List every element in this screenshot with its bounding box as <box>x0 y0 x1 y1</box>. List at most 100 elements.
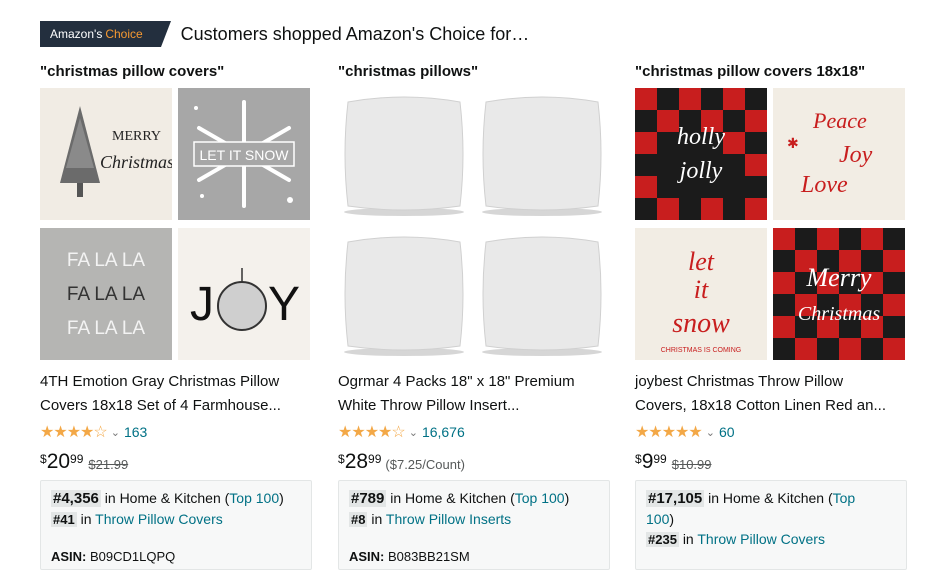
svg-text:Merry: Merry <box>806 263 872 292</box>
product-title-line-2[interactable]: Covers 18x18 Set of 4 Farmhouse... <box>40 394 312 418</box>
product-title-line-1[interactable]: joybest Christmas Throw Pillow <box>635 370 907 394</box>
product-image[interactable] <box>338 88 610 360</box>
top-100-link[interactable]: Top <box>833 490 856 506</box>
svg-text:let: let <box>688 247 715 276</box>
chevron-down-icon[interactable]: ⌄ <box>409 426 418 439</box>
rating-count[interactable]: 163 <box>124 424 147 440</box>
price-symbol: $ <box>40 452 47 466</box>
svg-text:FA LA LA: FA LA LA <box>67 250 145 271</box>
pillow-image-joy: J Y <box>178 228 310 360</box>
rank-main-number: #4,356 <box>51 490 101 507</box>
price: $ 20 99 $21.99 <box>40 450 128 474</box>
price-whole: 20 <box>46 450 71 473</box>
list-price: $10.99 <box>671 457 712 472</box>
pillow-insert-image <box>338 88 470 220</box>
top-100-link-continued[interactable]: 100 <box>646 511 669 527</box>
svg-text:jolly: jolly <box>677 158 723 184</box>
top-100-link[interactable]: Top 100 <box>229 490 279 506</box>
asin-value: B09CD1LQPQ <box>90 549 176 564</box>
category-link[interactable]: Throw Pillow Covers <box>697 531 825 547</box>
asin-label: ASIN: <box>349 549 385 564</box>
svg-text:J: J <box>190 278 214 331</box>
header-text: Customers shopped Amazon's Choice for… <box>180 23 530 44</box>
svg-text:MERRY: MERRY <box>112 129 161 144</box>
asin-label: ASIN: <box>51 549 87 564</box>
product-title[interactable]: Ogrmar 4 Packs 18" x 18" Premium White T… <box>338 370 610 418</box>
pillow-image-let-it-snow: let it snow CHRISTMAS IS COMING <box>635 228 767 360</box>
rating-count[interactable]: 16,676 <box>422 424 465 440</box>
price-fraction: 99 <box>368 452 382 466</box>
search-query[interactable]: "christmas pillow covers" <box>40 62 312 82</box>
search-query[interactable]: "christmas pillow covers 18x18" <box>635 62 907 82</box>
chevron-down-icon[interactable]: ⌄ <box>706 426 715 439</box>
price-fraction: 99 <box>70 452 84 466</box>
product-title-line-1[interactable]: 4TH Emotion Gray Christmas Pillow <box>40 370 312 394</box>
rank-sub-number: #235 <box>646 532 679 547</box>
product-card-1: "christmas pillow covers" MERRY Christma… <box>40 62 312 570</box>
pillow-image-peace-joy-love: Peace Joy Love ✱ <box>773 88 905 220</box>
pillow-image-merry-christmas: MERRY Christmas <box>40 88 172 220</box>
pillow-image-merry-christmas: Merry Christmas <box>773 228 905 360</box>
best-sellers-rank: #4,356 in Home & Kitchen (Top 100) #41 i… <box>40 480 312 570</box>
asin: ASIN: B09CD1LQPQ <box>51 547 175 567</box>
svg-text:CHRISTMAS IS COMING: CHRISTMAS IS COMING <box>661 347 742 354</box>
svg-text:holly: holly <box>677 124 725 150</box>
pillow-insert-image <box>476 88 608 220</box>
pillow-image-holly-jolly: holly jolly <box>635 88 767 220</box>
price-fraction: 99 <box>653 452 667 466</box>
pillow-image-fa-la-la: FA LA LA FA LA LA FA LA LA <box>40 228 172 360</box>
svg-text:Peace: Peace <box>812 108 867 133</box>
rank-main-text: in Home & Kitchen ( <box>708 490 833 506</box>
product-title[interactable]: 4TH Emotion Gray Christmas Pillow Covers… <box>40 370 312 418</box>
rating-count[interactable]: 60 <box>719 424 735 440</box>
search-query[interactable]: "christmas pillows" <box>338 62 610 82</box>
pillow-insert-image <box>338 228 470 360</box>
svg-text:it: it <box>694 275 709 304</box>
rank-sub-in: in <box>682 531 694 547</box>
product-title-line-2[interactable]: White Throw Pillow Insert... <box>338 394 610 418</box>
rank-main: #4,356 in Home & Kitchen (Top 100) <box>51 488 301 509</box>
rank-main: #17,105 in Home & Kitchen (Top <box>646 488 896 509</box>
rank-main: #789 in Home & Kitchen (Top 100) <box>349 488 599 509</box>
list-price: $21.99 <box>88 457 129 472</box>
rank-main-continued: 100) <box>646 509 896 529</box>
price: $ 28 99 ($7.25/Count) <box>338 450 465 474</box>
category-link[interactable]: Throw Pillow Inserts <box>386 511 511 527</box>
top-100-link[interactable]: Top 100 <box>515 490 565 506</box>
product-title-line-2[interactable]: Covers, 18x18 Cotton Linen Red an... <box>635 394 907 418</box>
rank-main-close: ) <box>279 490 284 506</box>
svg-text:FA LA LA: FA LA LA <box>67 284 145 305</box>
rank-sub-number: #8 <box>349 512 368 527</box>
rating[interactable]: ★★★★★ ⌄ 60 <box>635 422 735 442</box>
svg-text:Christmas: Christmas <box>100 152 172 172</box>
product-image[interactable]: MERRY Christmas LET IT SNOW FA LA LA FA … <box>40 88 312 360</box>
rating[interactable]: ★★★★☆ ⌄ 163 <box>40 422 147 442</box>
rank-sub: #235 in Throw Pillow Covers <box>646 529 896 550</box>
svg-text:Y: Y <box>268 278 300 331</box>
rank-sub-in: in <box>80 511 92 527</box>
product-image[interactable]: holly jolly Peace Joy Love ✱ let it snow… <box>635 88 907 360</box>
category-link[interactable]: Throw Pillow Covers <box>95 511 223 527</box>
rank-sub: #8 in Throw Pillow Inserts <box>349 509 599 530</box>
star-rating-icon[interactable]: ★★★★☆ <box>40 422 108 442</box>
svg-text:snow: snow <box>672 308 730 339</box>
svg-text:Christmas: Christmas <box>798 303 880 325</box>
rating[interactable]: ★★★★☆ ⌄ 16,676 <box>338 422 465 442</box>
pillow-insert-image <box>476 228 608 360</box>
price-whole: 9 <box>641 450 654 473</box>
svg-text:✱: ✱ <box>787 135 799 151</box>
svg-text:LET IT SNOW: LET IT SNOW <box>200 147 290 163</box>
unit-price: ($7.25/Count) <box>385 457 465 472</box>
amazons-choice-badge: Amazon's Choice <box>40 21 171 47</box>
product-title[interactable]: joybest Christmas Throw Pillow Covers, 1… <box>635 370 907 418</box>
product-title-line-1[interactable]: Ogrmar 4 Packs 18" x 18" Premium <box>338 370 610 394</box>
amazons-choice-header: Amazon's Choice Customers shopped Amazon… <box>40 20 529 48</box>
price-whole: 28 <box>344 450 369 473</box>
rank-main-number: #789 <box>349 490 387 507</box>
badge-choice: Choice <box>105 27 143 41</box>
price-symbol: $ <box>635 452 642 466</box>
star-rating-icon[interactable]: ★★★★☆ <box>338 422 406 442</box>
star-rating-icon[interactable]: ★★★★★ <box>635 422 703 442</box>
chevron-down-icon[interactable]: ⌄ <box>111 426 120 439</box>
product-card-2: "christmas pillows" Ogrmar 4 Packs 18" x… <box>338 62 610 570</box>
